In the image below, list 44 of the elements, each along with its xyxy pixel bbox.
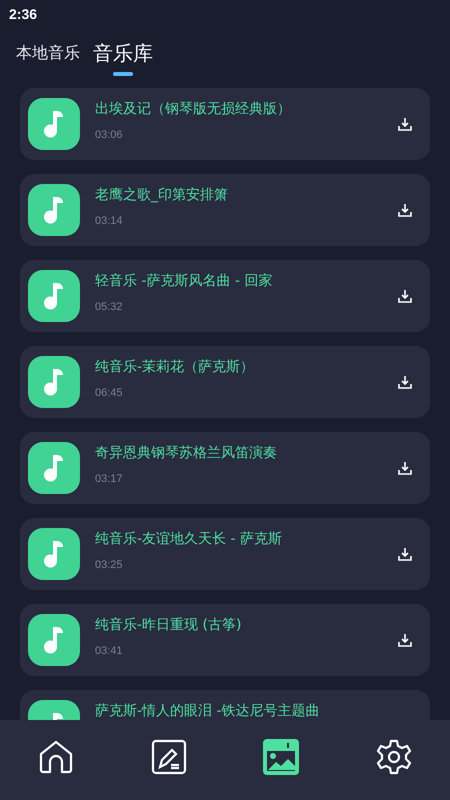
song-duration: 03:41 (95, 644, 124, 658)
song-duration: 03:14 (95, 214, 124, 228)
music-note-icon (28, 98, 80, 150)
home-icon[interactable] (38, 739, 74, 775)
song-title: 奇异恩典钢琴苏格兰风笛演奏 (95, 444, 278, 462)
song-title: 轻音乐 -萨克斯风名曲 - 回家 (95, 272, 274, 290)
music-note-icon (28, 528, 80, 580)
download-icon[interactable] (398, 633, 412, 647)
tab[interactable]: 音乐库 (93, 40, 153, 76)
song-card[interactable]: 奇异恩典钢琴苏格兰风笛演奏 03:17 (20, 432, 430, 504)
song-duration: 03:25 (95, 558, 124, 572)
edit-icon[interactable] (150, 739, 187, 775)
song-duration: 06:45 (95, 386, 124, 400)
tab[interactable]: 本地音乐 (16, 40, 80, 66)
song-card[interactable]: 纯音乐-昨日重现 (古筝) 03:41 (20, 604, 430, 676)
music-note-icon (28, 270, 80, 322)
song-duration: 03:06 (95, 128, 124, 142)
song-card[interactable]: 出埃及记（钢琴版无损经典版） 03:06 (20, 88, 430, 160)
settings-icon[interactable] (376, 739, 412, 775)
song-duration: 05:32 (95, 300, 124, 314)
song-card[interactable]: 老鹰之歌_印第安排箫 03:14 (20, 174, 430, 246)
music-note-icon (28, 614, 80, 666)
picture-card-icon[interactable] (263, 739, 300, 775)
download-icon[interactable] (398, 117, 412, 131)
song-title: 纯音乐-茉莉花（萨克斯） (95, 358, 256, 376)
song-card[interactable]: 轻音乐 -萨克斯风名曲 - 回家 05:32 (20, 260, 430, 332)
song-card[interactable]: 萨克斯-情人的眼泪 -铁达尼号主题曲 (20, 690, 430, 720)
music-note-icon (28, 356, 80, 408)
song-title: 纯音乐-友谊地久天长 - 萨克斯 (95, 530, 284, 548)
song-duration: 03:17 (95, 472, 124, 486)
music-note-icon (28, 442, 80, 494)
song-title: 纯音乐-昨日重现 (古筝) (95, 616, 242, 634)
song-card[interactable]: 纯音乐-茉莉花（萨克斯） 06:45 (20, 346, 430, 418)
music-note-icon (28, 184, 80, 236)
download-icon[interactable] (398, 289, 412, 303)
download-icon[interactable] (398, 461, 412, 475)
song-title: 出埃及记（钢琴版无损经典版） (95, 100, 292, 118)
download-icon[interactable] (398, 203, 412, 217)
song-card[interactable]: 纯音乐-友谊地久天长 - 萨克斯 03:25 (20, 518, 430, 590)
song-title: 老鹰之歌_印第安排箫 (95, 186, 229, 204)
download-icon[interactable] (398, 375, 412, 389)
download-icon[interactable] (398, 547, 412, 561)
status-time: 2:36 (9, 6, 38, 22)
song-title: 萨克斯-情人的眼泪 -铁达尼号主题曲 (95, 702, 321, 720)
